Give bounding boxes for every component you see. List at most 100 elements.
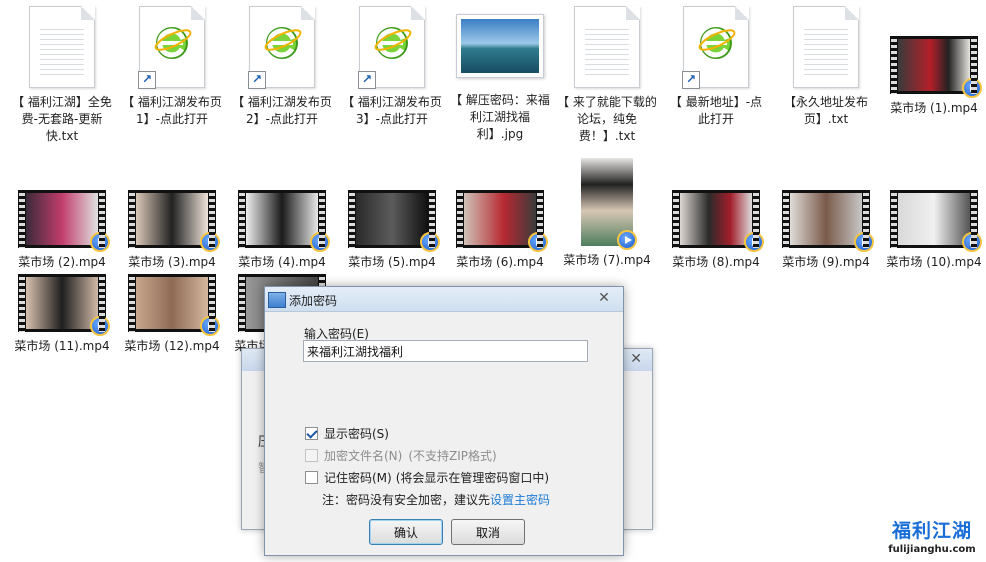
file-mp4-6[interactable]: 菜市场 (6).mp4 [448,190,552,271]
video-thumbnail [581,158,637,250]
file-label: 菜市场 (10).mp4 [886,255,982,269]
remember-password-note: (将会显示在管理密码窗口中) [395,471,550,485]
text-file-icon [29,6,95,88]
file-mp4-12[interactable]: 菜市场 (12).mp4 [120,274,224,355]
file-url-2[interactable]: ↗ 【 福利江湖发布页2】-点此打开 [230,6,334,128]
ok-button[interactable]: 确认 [369,519,443,545]
video-thumbnail [890,190,982,252]
play-icon [962,78,982,98]
logo-text: 福利江湖 [891,520,972,542]
file-label: 【 最新地址】-点此打开 [669,95,763,126]
close-icon[interactable]: ✕ [630,351,642,367]
ie-shortcut-icon: ↗ [682,6,749,89]
text-file-icon [574,6,640,88]
file-label: 【 福利江湖发布页3】-点此打开 [342,95,442,126]
ie-shortcut-icon: ↗ [138,6,205,89]
file-mp4-11[interactable]: 菜市场 (11).mp4 [10,274,114,355]
file-mp4-3[interactable]: 菜市场 (3).mp4 [120,190,224,271]
image-thumbnail [456,14,544,78]
play-icon [310,232,330,252]
encrypt-filenames-checkbox: 加密文件名(N) (不支持ZIP格式) [305,447,497,464]
video-thumbnail [348,190,440,252]
file-label: 菜市场 (11).mp4 [14,339,110,353]
file-label: 【永久地址发布页】.txt [783,95,868,126]
file-label: 菜市场 (9).mp4 [782,255,870,269]
file-txt-1[interactable]: 【 福利江湖】全免费-无套路-更新快.txt [10,6,114,145]
encrypt-filenames-label: 加密文件名(N) [324,449,403,463]
file-jpg[interactable]: 【 解压密码：来福利江湖找福利】.jpg [448,6,552,143]
file-label: 【 福利江湖】全免费-无套路-更新快.txt [12,95,112,143]
file-mp4-10[interactable]: 菜市场 (10).mp4 [882,190,986,271]
file-txt-3[interactable]: 【永久地址发布页】.txt [774,6,878,128]
checkbox-disabled [305,449,318,462]
remember-password-label: 记住密码(M) [324,471,392,485]
show-password-label: 显示密码(S) [324,427,389,441]
file-mp4-8[interactable]: 菜市场 (8).mp4 [664,190,768,271]
play-icon [744,232,764,252]
play-icon [420,232,440,252]
play-icon [617,230,637,250]
file-label: 菜市场 (8).mp4 [672,255,760,269]
archive-app-icon [268,292,286,308]
play-icon [528,232,548,252]
remember-password-checkbox[interactable]: 记住密码(M) (将会显示在管理密码窗口中) [305,469,549,486]
dialog-titlebar: 添加密码 ✕ [265,287,623,312]
add-password-dialog: 添加密码 ✕ 输入密码(E) 显示密码(S) 加密文件名(N) (不支持ZIP格… [264,286,624,556]
file-mp4-7[interactable]: 菜市场 (7).mp4 [555,158,659,269]
video-thumbnail [128,190,220,252]
video-thumbnail [238,190,330,252]
file-url-3[interactable]: ↗ 【 福利江湖发布页3】-点此打开 [340,6,444,128]
shortcut-arrow-icon: ↗ [358,71,376,89]
password-input[interactable] [303,340,588,362]
file-label: 菜市场 (3).mp4 [128,255,216,269]
video-thumbnail [18,190,110,252]
play-icon [200,316,220,336]
video-thumbnail [18,274,110,336]
shortcut-arrow-icon: ↗ [138,71,156,89]
ie-shortcut-icon: ↗ [358,6,425,89]
shortcut-arrow-icon: ↗ [248,71,266,89]
file-txt-2[interactable]: 【 来了就能下载的论坛，纯免费！】.txt [555,6,659,145]
video-thumbnail [672,190,764,252]
set-master-password-link[interactable]: 设置主密码 [490,493,550,507]
cancel-button[interactable]: 取消 [451,519,525,545]
logo-domain: fulijianghu.com [888,544,976,555]
file-label: 菜市场 (12).mp4 [124,339,220,353]
file-label: 【 解压密码：来福利江湖找福利】.jpg [450,93,550,141]
video-thumbnail [456,190,548,252]
dialog-title: 添加密码 [289,294,338,308]
play-icon [90,232,110,252]
file-label: 菜市场 (4).mp4 [238,255,326,269]
file-label: 【 福利江湖发布页2】-点此打开 [232,95,332,126]
file-mp4-1[interactable]: 菜市场 (1).mp4 [882,36,986,117]
video-thumbnail [128,274,220,336]
watermark-logo: 福利江湖 fulijianghu.com [884,516,980,555]
checkbox-unchecked[interactable] [305,471,318,484]
file-label: 菜市场 (7).mp4 [563,253,651,267]
file-url-4[interactable]: ↗ 【 最新地址】-点此打开 [664,6,768,128]
file-mp4-5[interactable]: 菜市场 (5).mp4 [340,190,444,271]
show-password-checkbox[interactable]: 显示密码(S) [305,425,389,442]
security-note-text: 注：密码没有安全加密，建议先 [322,493,491,507]
file-mp4-4[interactable]: 菜市场 (4).mp4 [230,190,334,271]
shortcut-arrow-icon: ↗ [682,71,700,89]
video-thumbnail [782,190,874,252]
file-label: 【 福利江湖发布页1】-点此打开 [122,95,222,126]
video-thumbnail [890,36,982,98]
file-label: 菜市场 (6).mp4 [456,255,544,269]
close-icon[interactable]: ✕ [595,290,613,306]
text-file-icon [793,6,859,88]
ie-shortcut-icon: ↗ [248,6,315,89]
file-label: 菜市场 (1).mp4 [890,101,978,115]
file-label: 菜市场 (5).mp4 [348,255,436,269]
play-icon [962,232,982,252]
file-mp4-9[interactable]: 菜市场 (9).mp4 [774,190,878,271]
play-icon [90,316,110,336]
file-url-1[interactable]: ↗ 【 福利江湖发布页1】-点此打开 [120,6,224,128]
file-mp4-2[interactable]: 菜市场 (2).mp4 [10,190,114,271]
play-icon [854,232,874,252]
security-note: 注：密码没有安全加密，建议先设置主密码 [322,491,550,508]
encrypt-filenames-note: (不支持ZIP格式) [408,449,497,463]
file-label: 【 来了就能下载的论坛，纯免费！】.txt [557,95,657,143]
checkbox-checked[interactable] [305,427,318,440]
